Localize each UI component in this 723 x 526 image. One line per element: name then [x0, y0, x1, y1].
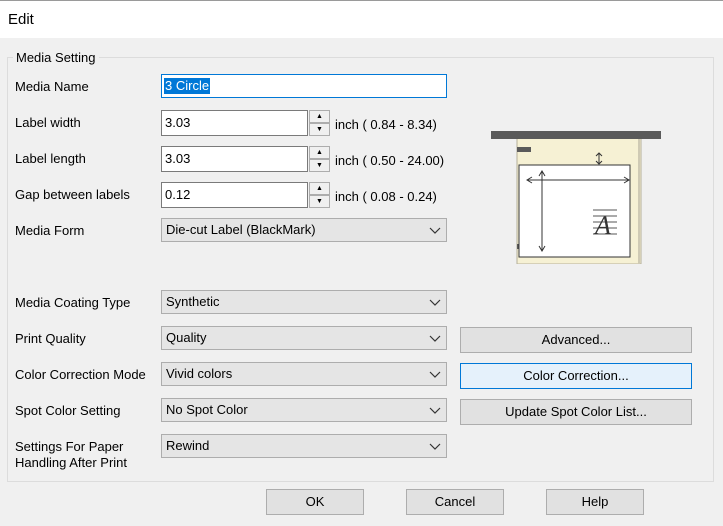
color-mode-value: Vivid colors [166, 366, 233, 381]
label-preview-image: A [491, 131, 661, 264]
label-width-range: inch ( 0.84 - 8.34) [335, 117, 437, 132]
media-name-label: Media Name [15, 79, 89, 94]
media-name-value: 3 Circle [164, 78, 211, 94]
label-length-input[interactable]: 3.03 ▲ ▼ [161, 146, 330, 172]
spot-color-select[interactable]: No Spot Color [161, 398, 447, 422]
chevron-down-icon [429, 371, 441, 378]
window-title: Edit [8, 11, 34, 28]
spot-color-label: Spot Color Setting [15, 403, 121, 418]
handling-label-line1: Settings For Paper [15, 439, 124, 454]
label-length-down-button[interactable]: ▼ [309, 159, 330, 172]
print-quality-label: Print Quality [15, 331, 86, 346]
handling-select[interactable]: Rewind [161, 434, 447, 458]
coating-select[interactable]: Synthetic [161, 290, 447, 314]
label-width-down-button[interactable]: ▼ [309, 123, 330, 136]
label-length-label: Label length [15, 151, 86, 166]
label-length-range: inch ( 0.50 - 24.00) [335, 153, 445, 168]
chevron-down-icon [429, 443, 441, 450]
gap-range: inch ( 0.08 - 0.24) [335, 189, 437, 204]
chevron-down-icon [429, 335, 441, 342]
label-width-label: Label width [15, 115, 81, 130]
media-form-label: Media Form [15, 223, 85, 238]
color-mode-select[interactable]: Vivid colors [161, 362, 447, 386]
cancel-button[interactable]: Cancel [406, 489, 504, 515]
print-quality-value: Quality [166, 330, 207, 345]
gap-down-button[interactable]: ▼ [309, 195, 330, 208]
gap-up-button[interactable]: ▲ [309, 182, 330, 195]
chevron-down-icon [429, 407, 441, 414]
chevron-down-icon [429, 299, 441, 306]
advanced-button[interactable]: Advanced... [460, 327, 692, 353]
media-form-value: Die-cut Label (BlackMark) [166, 222, 316, 237]
ok-button[interactable]: OK [266, 489, 364, 515]
help-button[interactable]: Help [546, 489, 644, 515]
label-width-input[interactable]: 3.03 ▲ ▼ [161, 110, 330, 136]
gap-label: Gap between labels [15, 187, 130, 202]
update-spot-color-button[interactable]: Update Spot Color List... [460, 399, 692, 425]
label-length-spinner: ▲ ▼ [309, 146, 330, 172]
label-width-spinner: ▲ ▼ [309, 110, 330, 136]
title-bar: Edit [0, 0, 723, 38]
print-quality-select[interactable]: Quality [161, 326, 447, 350]
label-length-up-button[interactable]: ▲ [309, 146, 330, 159]
spot-color-value: No Spot Color [166, 402, 248, 417]
media-name-input[interactable]: 3 Circle [161, 74, 447, 98]
label-width-up-button[interactable]: ▲ [309, 110, 330, 123]
coating-label: Media Coating Type [15, 295, 131, 310]
group-label: Media Setting [13, 50, 99, 65]
gap-input[interactable]: 0.12 ▲ ▼ [161, 182, 330, 208]
gap-value: 0.12 [165, 187, 191, 202]
color-correction-button[interactable]: Color Correction... [460, 363, 692, 389]
preview-glyph: A [593, 211, 611, 240]
chevron-down-icon [429, 227, 441, 234]
coating-value: Synthetic [166, 294, 220, 309]
gap-spinner: ▲ ▼ [309, 182, 330, 208]
handling-label-line2: Handling After Print [15, 455, 128, 470]
label-length-value: 3.03 [165, 151, 191, 166]
color-mode-label: Color Correction Mode [15, 367, 146, 382]
media-form-select[interactable]: Die-cut Label (BlackMark) [161, 218, 447, 242]
printer-bar [491, 131, 661, 139]
handling-value: Rewind [166, 438, 210, 453]
label-width-value: 3.03 [165, 115, 191, 130]
